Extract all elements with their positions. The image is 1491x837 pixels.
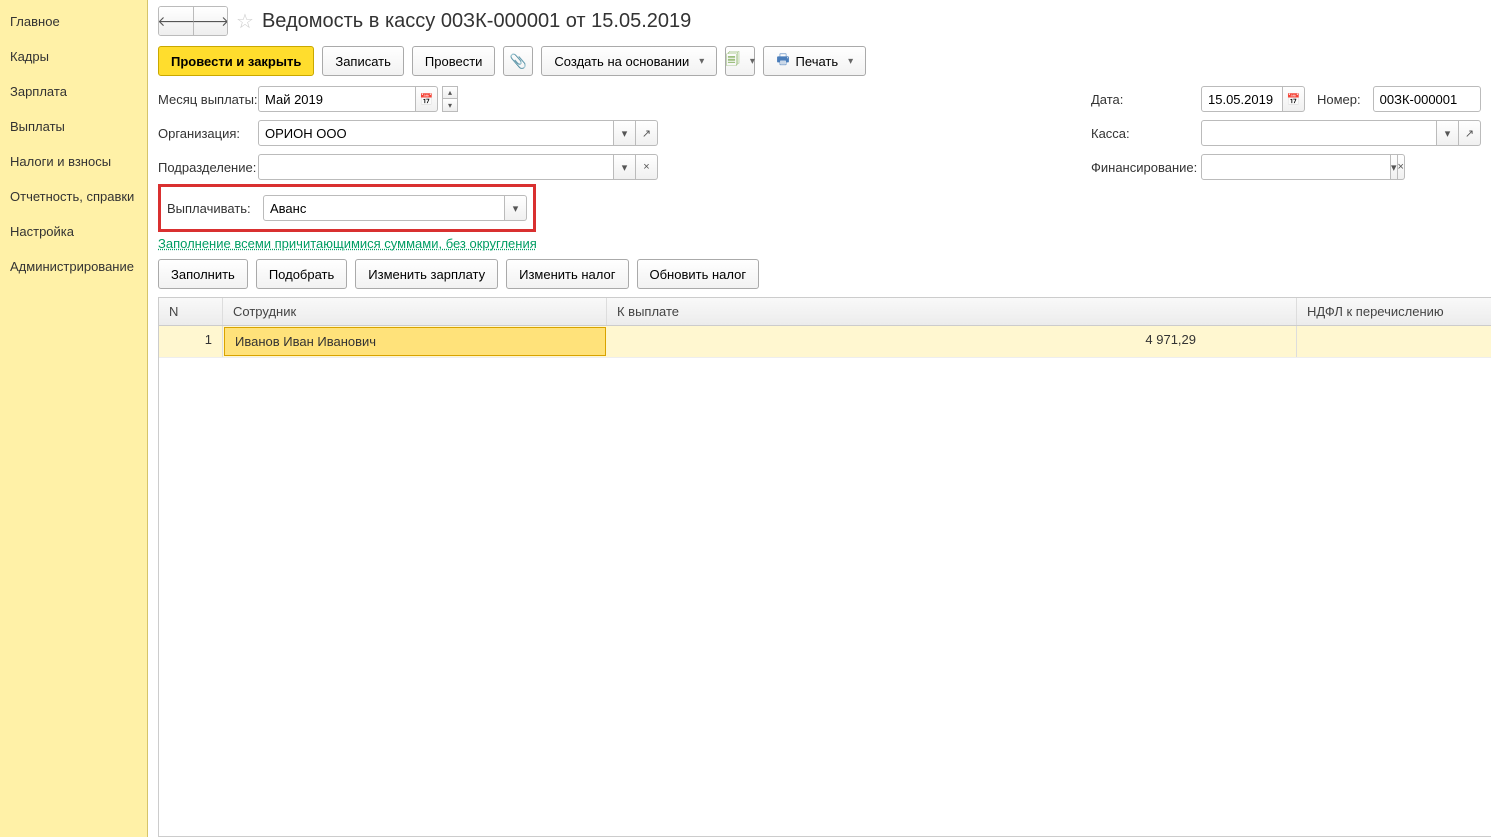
pay-type-dropdown-icon[interactable]: ▾	[505, 195, 527, 221]
kassa-label: Касса:	[1091, 126, 1201, 141]
page-title: Ведомость в кассу 00ЗК-000001 от 15.05.2…	[262, 10, 691, 33]
employees-table: N Сотрудник К выплате НДФЛ к перечислени…	[158, 297, 1491, 837]
table-row[interactable]: 1 Иванов Иван Иванович 4 971,29	[159, 326, 1491, 358]
star-icon[interactable]: ☆	[236, 9, 254, 34]
fill-all-link[interactable]: Заполнение всеми причитающимися суммами,…	[158, 236, 1481, 251]
pick-button[interactable]: Подобрать	[256, 259, 347, 289]
extra-dropdown-button[interactable]: 🗐	[725, 46, 755, 76]
post-button[interactable]: Провести	[412, 46, 496, 76]
org-dropdown-icon[interactable]: ▾	[614, 120, 636, 146]
main-toolbar: Провести и закрыть Записать Провести 📎 С…	[158, 46, 1481, 76]
calendar-icon[interactable]: 📅	[416, 86, 438, 112]
sidebar-item-main[interactable]: Главное	[0, 4, 147, 39]
fill-button[interactable]: Заполнить	[158, 259, 248, 289]
col-to-pay[interactable]: К выплате	[607, 298, 1297, 325]
dept-input[interactable]	[258, 154, 614, 180]
date-number-group: 📅 Номер:	[1201, 86, 1481, 112]
month-field: 📅 ▴ ▾	[258, 86, 558, 112]
sidebar-item-taxes[interactable]: Налоги и взносы	[0, 144, 147, 179]
cell-ndfl	[1297, 326, 1491, 357]
post-and-close-button[interactable]: Провести и закрыть	[158, 46, 314, 76]
title-row: 🡐 🡒 ☆ Ведомость в кассу 00ЗК-000001 от 1…	[158, 6, 1481, 36]
date-calendar-icon[interactable]: 📅	[1283, 86, 1305, 112]
cell-employee[interactable]: Иванов Иван Иванович	[224, 327, 606, 356]
sidebar-item-salary[interactable]: Зарплата	[0, 74, 147, 109]
nav-history: 🡐 🡒	[158, 6, 228, 36]
month-up[interactable]: ▴	[442, 86, 458, 99]
dept-clear-icon[interactable]: ×	[636, 154, 658, 180]
col-n[interactable]: N	[159, 298, 223, 325]
kassa-input[interactable]	[1201, 120, 1437, 146]
fin-input[interactable]	[1201, 154, 1391, 180]
forward-button[interactable]: 🡒	[193, 7, 227, 35]
table-toolbar: Заполнить Подобрать Изменить зарплату Из…	[158, 259, 1481, 289]
sidebar: Главное Кадры Зарплата Выплаты Налоги и …	[0, 0, 148, 837]
attach-button[interactable]: 📎	[503, 46, 533, 76]
org-label: Организация:	[158, 126, 258, 141]
table-body: 1 Иванов Иван Иванович 4 971,29	[159, 326, 1491, 836]
kassa-open-icon[interactable]: ↗	[1459, 120, 1481, 146]
create-based-on-button[interactable]: Создать на основании	[541, 46, 717, 76]
paperclip-icon: 📎	[510, 53, 527, 70]
print-label: Печать	[796, 54, 839, 69]
month-spinners: ▴ ▾	[442, 86, 458, 112]
sidebar-item-admin[interactable]: Администрирование	[0, 249, 147, 284]
table-header: N Сотрудник К выплате НДФЛ к перечислени…	[159, 298, 1491, 326]
pay-label: Выплачивать:	[167, 201, 255, 216]
cell-to-pay: 4 971,29	[607, 326, 1297, 357]
date-label: Дата:	[1091, 92, 1201, 107]
cell-n: 1	[159, 326, 223, 357]
back-button[interactable]: 🡐	[159, 7, 193, 35]
number-label: Номер:	[1317, 92, 1361, 107]
sidebar-item-settings[interactable]: Настройка	[0, 214, 147, 249]
print-button[interactable]: 🖶 Печать	[763, 46, 866, 76]
main-content: 🡐 🡒 ☆ Ведомость в кассу 00ЗК-000001 от 1…	[148, 0, 1491, 837]
change-tax-button[interactable]: Изменить налог	[506, 259, 628, 289]
org-input[interactable]	[258, 120, 614, 146]
fin-label: Финансирование:	[1091, 160, 1201, 175]
write-button[interactable]: Записать	[322, 46, 404, 76]
date-input[interactable]	[1201, 86, 1283, 112]
fin-clear-icon[interactable]: ×	[1398, 154, 1405, 180]
change-salary-button[interactable]: Изменить зарплату	[355, 259, 498, 289]
month-down[interactable]: ▾	[442, 99, 458, 112]
sidebar-item-payments[interactable]: Выплаты	[0, 109, 147, 144]
sidebar-item-hr[interactable]: Кадры	[0, 39, 147, 74]
dept-dropdown-icon[interactable]: ▾	[614, 154, 636, 180]
dept-label: Подразделение:	[158, 160, 258, 175]
form-grid: Месяц выплаты: 📅 ▴ ▾ Дата: 📅 Номер: Орга…	[158, 86, 1481, 180]
number-input[interactable]	[1373, 86, 1481, 112]
sidebar-item-reports[interactable]: Отчетность, справки	[0, 179, 147, 214]
month-label: Месяц выплаты:	[158, 92, 258, 107]
pay-type-input[interactable]	[263, 195, 505, 221]
month-input[interactable]	[258, 86, 416, 112]
pay-type-row-highlight: Выплачивать: ▾	[158, 184, 536, 232]
update-tax-button[interactable]: Обновить налог	[637, 259, 760, 289]
kassa-dropdown-icon[interactable]: ▾	[1437, 120, 1459, 146]
printer-icon: 🖶	[776, 49, 789, 73]
org-open-icon[interactable]: ↗	[636, 120, 658, 146]
col-employee[interactable]: Сотрудник	[223, 298, 607, 325]
copy-plus-icon: 🗐	[726, 49, 740, 73]
col-ndfl[interactable]: НДФЛ к перечислению	[1297, 298, 1491, 325]
